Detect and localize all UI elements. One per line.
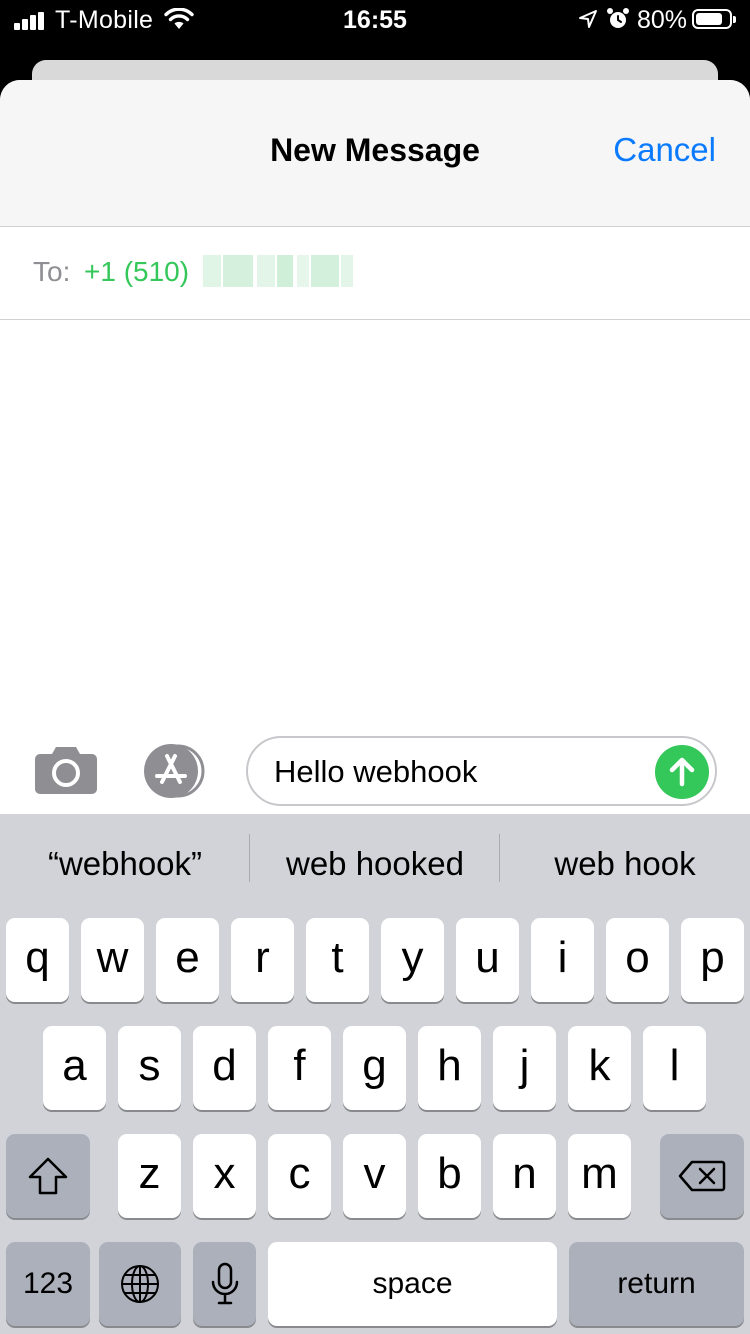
key-w[interactable]: w — [81, 918, 144, 1002]
key-p[interactable]: p — [681, 918, 744, 1002]
key-e[interactable]: e — [156, 918, 219, 1002]
key-y[interactable]: y — [381, 918, 444, 1002]
return-key[interactable]: return — [569, 1242, 744, 1326]
dictation-key[interactable] — [193, 1242, 256, 1326]
to-label: To: — [33, 256, 71, 287]
key-z[interactable]: z — [118, 1134, 181, 1218]
message-input[interactable]: Hello webhook — [246, 736, 717, 806]
battery-icon — [692, 9, 736, 29]
key-i[interactable]: i — [531, 918, 594, 1002]
alarm-icon — [607, 8, 629, 28]
backspace-icon — [678, 1160, 726, 1192]
predictive-bar: “webhook” web hooked web hook — [0, 814, 750, 914]
recipient-number[interactable]: +1 (510) — [84, 256, 189, 288]
send-arrow-icon — [669, 757, 695, 787]
key-d[interactable]: d — [193, 1026, 256, 1110]
key-g[interactable]: g — [343, 1026, 406, 1110]
key-u[interactable]: u — [456, 918, 519, 1002]
camera-icon[interactable] — [34, 745, 98, 795]
battery-fill — [696, 13, 722, 25]
microphone-icon — [211, 1262, 239, 1305]
space-key[interactable]: space — [268, 1242, 557, 1326]
battery-percent: 80% — [637, 6, 688, 34]
cancel-button[interactable]: Cancel — [613, 131, 716, 169]
key-q[interactable]: q — [6, 918, 69, 1002]
key-b[interactable]: b — [418, 1134, 481, 1218]
key-o[interactable]: o — [606, 918, 669, 1002]
numbers-key[interactable]: 123 — [6, 1242, 90, 1326]
key-n[interactable]: n — [493, 1134, 556, 1218]
key-c[interactable]: c — [268, 1134, 331, 1218]
key-s[interactable]: s — [118, 1026, 181, 1110]
key-m[interactable]: m — [568, 1134, 631, 1218]
key-h[interactable]: h — [418, 1026, 481, 1110]
key-x[interactable]: x — [193, 1134, 256, 1218]
redacted-number — [203, 255, 353, 287]
key-k[interactable]: k — [568, 1026, 631, 1110]
suggestion-2[interactable]: web hooked — [250, 845, 500, 883]
key-j[interactable]: j — [493, 1026, 556, 1110]
shift-key[interactable] — [6, 1134, 90, 1218]
key-f[interactable]: f — [268, 1026, 331, 1110]
globe-icon — [121, 1265, 159, 1303]
key-t[interactable]: t — [306, 918, 369, 1002]
key-r[interactable]: r — [231, 918, 294, 1002]
app-store-icon[interactable] — [140, 744, 212, 798]
send-button[interactable] — [655, 745, 709, 799]
globe-key[interactable] — [99, 1242, 181, 1326]
location-icon — [579, 10, 597, 28]
backspace-key[interactable] — [660, 1134, 744, 1218]
recipient-field[interactable]: To: +1 (510) — [0, 227, 750, 320]
shift-icon — [28, 1157, 68, 1195]
status-bar: T-Mobile 16:55 80% — [0, 0, 750, 44]
keyboard: “webhook” web hooked web hook q w e r t … — [0, 814, 750, 1334]
key-v[interactable]: v — [343, 1134, 406, 1218]
suggestion-1[interactable]: “webhook” — [0, 845, 250, 883]
key-l[interactable]: l — [643, 1026, 706, 1110]
navigation-bar: New Message Cancel — [0, 80, 750, 227]
key-a[interactable]: a — [43, 1026, 106, 1110]
message-text: Hello webhook — [274, 754, 478, 789]
suggestion-3[interactable]: web hook — [500, 845, 750, 883]
